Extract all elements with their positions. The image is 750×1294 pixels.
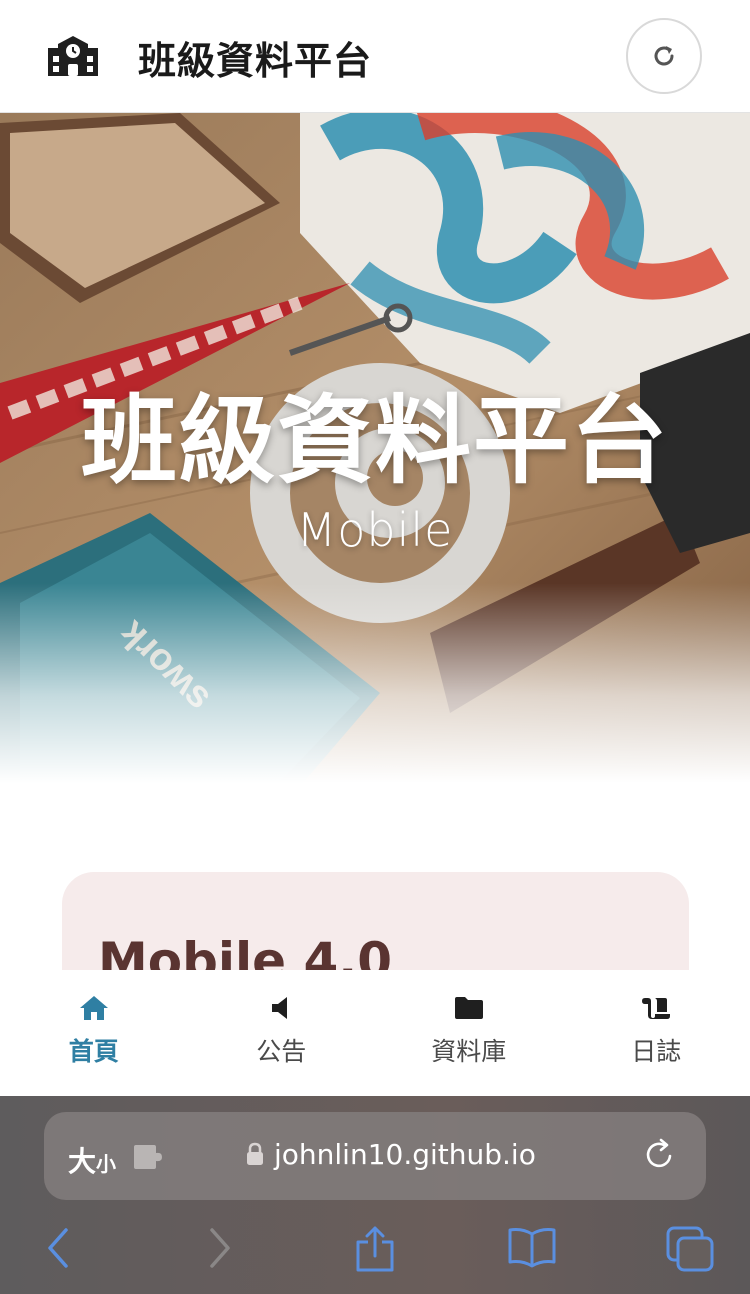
hero-fade-overlay [0, 583, 750, 833]
megaphone-icon [264, 992, 298, 1024]
folder-icon [452, 992, 486, 1024]
text-size-small: 小 [96, 1152, 117, 1176]
app-header: 班級資料平台 [0, 0, 750, 113]
tab-home-label: 首頁 [68, 1037, 119, 1066]
lock-icon [246, 1142, 264, 1170]
scroll-icon [639, 992, 673, 1024]
browser-toolbar [0, 1222, 750, 1282]
header-title: 班級資料平台 [138, 39, 373, 83]
bookmarks-icon[interactable] [506, 1226, 558, 1272]
tab-database-label: 資料庫 [431, 1037, 507, 1066]
refresh-button[interactable] [626, 18, 702, 94]
refresh-icon [654, 46, 674, 66]
text-size-big: 大 [68, 1145, 97, 1178]
text-size-button[interactable]: 大小 [68, 1140, 116, 1180]
tab-log-label: 日誌 [631, 1037, 682, 1066]
reload-icon[interactable] [642, 1138, 676, 1176]
url-domain: johnlin10.github.io [274, 1138, 536, 1171]
tab-announcements[interactable]: 公告 [188, 970, 376, 1096]
tab-home[interactable]: 首頁 [0, 970, 188, 1096]
hero-subtitle: Mobile [296, 503, 454, 557]
school-icon[interactable] [46, 34, 100, 78]
extension-icon[interactable] [132, 1144, 166, 1174]
back-icon[interactable] [44, 1226, 72, 1274]
browser-chrome: 大小 johnlin10.github.io [0, 1096, 750, 1294]
hero-banner: ʞɹoʍs 班級資料平台 Mobile [0, 113, 750, 833]
share-icon[interactable] [354, 1226, 396, 1276]
tab-announcements-label: 公告 [256, 1037, 307, 1066]
home-icon [77, 992, 111, 1024]
bottom-tab-bar: 首頁 公告 資料庫 日誌 [0, 970, 750, 1096]
tabs-icon[interactable] [666, 1226, 714, 1276]
tab-database[interactable]: 資料庫 [375, 970, 563, 1096]
address-bar[interactable]: 大小 johnlin10.github.io [44, 1112, 706, 1200]
hero-title: 班級資料平台 [81, 385, 669, 497]
tab-log[interactable]: 日誌 [563, 970, 750, 1096]
forward-icon[interactable] [206, 1226, 234, 1274]
